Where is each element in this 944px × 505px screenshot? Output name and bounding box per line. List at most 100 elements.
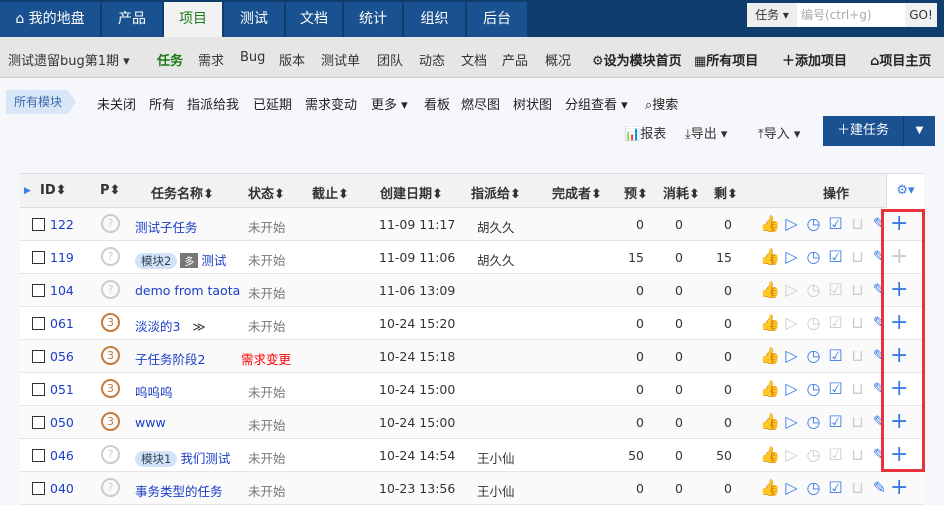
assign-thumb-icon[interactable]: 👍 <box>760 313 780 333</box>
task-name-link[interactable]: 淡淡的3 <box>135 319 180 334</box>
record-clock-icon[interactable]: ◷ <box>804 412 823 432</box>
task-id[interactable]: 104 <box>50 283 74 298</box>
search-input[interactable]: 编号(ctrl+g) <box>797 3 905 27</box>
table-row[interactable]: 122? 测试子任务 未开始 11-09 11:17 胡久久 0 0 0 👍 ▷ ◷ ☑ ⊔ ✎ + <box>20 208 924 241</box>
finish-check-icon[interactable]: ☑ <box>826 214 845 234</box>
task-name-link[interactable]: 我们测试 <box>180 451 230 466</box>
edit-pencil-icon[interactable]: ✎ <box>870 478 889 498</box>
project-home-button[interactable]: ⌂项目主页 <box>870 50 931 69</box>
start-play-icon[interactable]: ▷ <box>782 445 801 465</box>
subnav-item[interactable]: 测试单 <box>321 50 360 69</box>
subnav-item[interactable]: 文档 <box>461 50 487 69</box>
nav-tab[interactable]: 组织 <box>404 2 465 37</box>
task-name-link[interactable]: www <box>135 415 166 430</box>
col-estimate[interactable]: 预⬍ <box>624 183 648 202</box>
finish-check-icon[interactable]: ☑ <box>826 346 845 366</box>
assigned-to[interactable]: 王小仙 <box>477 481 515 500</box>
filter-item[interactable]: 指派给我 <box>187 94 239 113</box>
task-id[interactable]: 122 <box>50 217 74 232</box>
all-projects-button[interactable]: ▦所有项目 <box>694 50 758 69</box>
col-created[interactable]: 创建日期⬍ <box>380 183 443 202</box>
report-button[interactable]: 📊报表 <box>624 123 666 142</box>
task-id[interactable]: 040 <box>50 481 74 496</box>
filter-item[interactable]: 已延期 <box>253 94 292 113</box>
col-deadline[interactable]: 截止⬍ <box>312 183 349 202</box>
close-box-icon[interactable]: ⊔ <box>848 214 867 234</box>
filter-item[interactable]: 树状图 <box>513 94 552 113</box>
assign-thumb-icon[interactable]: 👍 <box>760 247 780 267</box>
task-id[interactable]: 056 <box>50 349 74 364</box>
finish-check-icon[interactable]: ☑ <box>826 280 845 300</box>
row-checkbox[interactable] <box>32 416 45 429</box>
table-row[interactable]: 056 3 子任务阶段2 需求变更 10-24 15:18 0 0 0 👍 ▷ ◷ ☑ ⊔ ✎ + <box>20 340 924 373</box>
record-clock-icon[interactable]: ◷ <box>804 445 823 465</box>
task-name-link[interactable]: 事务类型的任务 <box>135 484 223 499</box>
filter-item[interactable]: 未关闭 <box>97 94 136 113</box>
task-name-link[interactable]: 呜呜呜 <box>135 385 173 400</box>
close-box-icon[interactable]: ⊔ <box>848 379 867 399</box>
start-play-icon[interactable]: ▷ <box>782 346 801 366</box>
toggle-sidebar-icon[interactable]: ▶ <box>24 186 31 196</box>
filter-item[interactable]: 所有 <box>149 94 175 113</box>
task-name-link[interactable]: 测试 <box>201 253 226 268</box>
subnav-item[interactable]: 需求 <box>198 50 224 69</box>
search-type-select[interactable]: 任务 ▾ <box>747 3 797 27</box>
subnav-item[interactable]: 产品 <box>502 50 528 69</box>
row-checkbox[interactable] <box>32 251 45 264</box>
nav-tab[interactable]: ⌂ 我的地盘 <box>0 2 100 37</box>
expand-children-icon[interactable]: ≫ <box>192 319 205 334</box>
record-clock-icon[interactable]: ◷ <box>804 478 823 498</box>
start-play-icon[interactable]: ▷ <box>782 478 801 498</box>
record-clock-icon[interactable]: ◷ <box>804 379 823 399</box>
go-button[interactable]: GO! <box>905 3 937 27</box>
col-status[interactable]: 状态⬍ <box>248 183 285 202</box>
finish-check-icon[interactable]: ☑ <box>826 445 845 465</box>
nav-tab[interactable]: 测试 <box>224 2 284 37</box>
start-play-icon[interactable]: ▷ <box>782 247 801 267</box>
col-name[interactable]: 任务名称⬍ <box>151 183 214 202</box>
record-clock-icon[interactable]: ◷ <box>804 280 823 300</box>
nav-tab[interactable]: 产品 <box>102 2 162 37</box>
module-breadcrumb[interactable]: 所有模块 <box>6 90 76 114</box>
table-row[interactable]: 040? 事务类型的任务 未开始 10-23 13:56 王小仙 0 0 0 👍 ▷ ◷ ☑ ⊔ ✎ + <box>20 472 924 505</box>
start-play-icon[interactable]: ▷ <box>782 280 801 300</box>
filter-item[interactable]: 更多 ▾ <box>371 94 408 113</box>
add-subtask-plus-icon[interactable]: + <box>890 475 908 500</box>
finish-check-icon[interactable]: ☑ <box>826 478 845 498</box>
close-box-icon[interactable]: ⊔ <box>848 247 867 267</box>
new-task-button[interactable]: ＋建任务 <box>823 116 903 146</box>
row-checkbox[interactable] <box>32 284 45 297</box>
row-checkbox[interactable] <box>32 317 45 330</box>
subnav-item[interactable]: 任务 <box>157 50 183 69</box>
assign-thumb-icon[interactable]: 👍 <box>760 379 780 399</box>
export-button[interactable]: ⤓导出 ▾ <box>685 123 727 142</box>
finish-check-icon[interactable]: ☑ <box>826 379 845 399</box>
assign-thumb-icon[interactable]: 👍 <box>760 445 780 465</box>
import-button[interactable]: ⤒导入 ▾ <box>758 123 800 142</box>
table-row[interactable]: 051 3 呜呜呜 未开始 10-24 15:00 0 0 0 👍 ▷ ◷ ☑ ⊔ ✎ + <box>20 373 924 406</box>
assign-thumb-icon[interactable]: 👍 <box>760 214 780 234</box>
row-checkbox[interactable] <box>32 350 45 363</box>
assigned-to[interactable]: 胡久久 <box>477 217 515 236</box>
close-box-icon[interactable]: ⊔ <box>848 280 867 300</box>
task-id[interactable]: 050 <box>50 415 74 430</box>
filter-item[interactable]: 分组查看 ▾ <box>565 94 628 113</box>
column-settings-gear-icon[interactable]: ⚙▾ <box>886 174 924 208</box>
assigned-to[interactable]: 胡久久 <box>477 250 515 269</box>
nav-tab[interactable]: 统计 <box>344 2 402 37</box>
table-row[interactable]: 046? 模块1 我们测试 未开始 10-24 14:54 王小仙 50 0 50 👍 ▷ ◷ ☑ ⊔ ✎ + <box>20 439 924 472</box>
table-row[interactable]: 061 3 淡淡的3 ≫ 未开始 10-24 15:20 0 0 0 👍 ▷ ◷ ☑ ⊔ ✎ + <box>20 307 924 340</box>
start-play-icon[interactable]: ▷ <box>782 379 801 399</box>
subnav-item[interactable]: 团队 <box>377 50 403 69</box>
row-checkbox[interactable] <box>32 218 45 231</box>
col-left[interactable]: 剩⬍ <box>714 183 738 202</box>
record-clock-icon[interactable]: ◷ <box>804 247 823 267</box>
task-id[interactable]: 051 <box>50 382 74 397</box>
close-box-icon[interactable]: ⊔ <box>848 412 867 432</box>
record-clock-icon[interactable]: ◷ <box>804 346 823 366</box>
start-play-icon[interactable]: ▷ <box>782 214 801 234</box>
start-play-icon[interactable]: ▷ <box>782 313 801 333</box>
record-clock-icon[interactable]: ◷ <box>804 214 823 234</box>
set-module-home-button[interactable]: ⚙设为模块首页 <box>592 50 682 69</box>
close-box-icon[interactable]: ⊔ <box>848 346 867 366</box>
